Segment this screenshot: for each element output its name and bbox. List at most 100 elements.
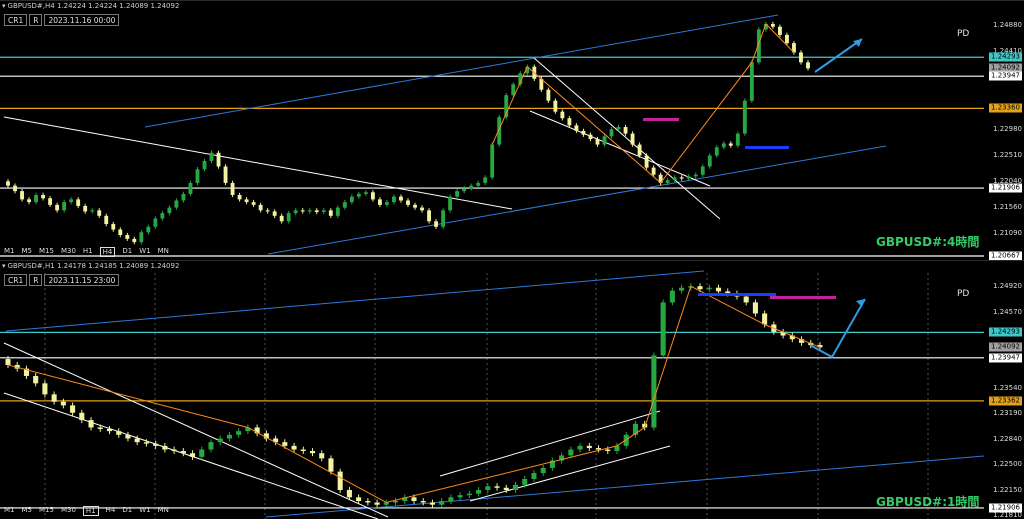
h4-datetime-box: CR1 R 2023.11.16 00:00 — [4, 14, 120, 26]
candle-body — [644, 155, 649, 168]
price-tick: 1.21560 — [993, 203, 1022, 212]
candle-body — [143, 442, 149, 444]
candle-body — [588, 134, 593, 140]
candle-body — [5, 359, 11, 365]
candle-body — [300, 449, 306, 452]
candle-body — [476, 182, 481, 186]
timeframe-d1[interactable]: D1 — [122, 247, 132, 257]
timeframe-m5[interactable]: M5 — [22, 247, 33, 257]
candle-body — [90, 210, 95, 212]
candle-body — [762, 313, 768, 325]
candle-body — [188, 182, 193, 194]
candle-body — [540, 467, 546, 474]
h1-chart-canvas[interactable] — [0, 261, 1024, 519]
dropdown-icon[interactable]: ▾ — [2, 2, 6, 10]
timeframe-h1[interactable]: H1 — [82, 506, 99, 516]
candle-body — [321, 210, 326, 212]
candle-body — [291, 445, 297, 450]
candle-body — [236, 431, 242, 435]
candle-body — [174, 200, 179, 208]
price-tag-white: 1.23947 — [989, 353, 1022, 363]
candle-body — [743, 296, 749, 303]
timeframe-h4[interactable]: H4 — [106, 506, 116, 516]
candle-body — [399, 196, 403, 201]
timeframe-mn[interactable]: MN — [158, 506, 169, 516]
candle-body — [660, 302, 666, 356]
timeframe-m1[interactable]: M1 — [4, 506, 15, 516]
candle-body — [630, 133, 635, 145]
rising-channel-bottom — [267, 145, 887, 255]
zigzag-line — [491, 23, 795, 184]
timeframe-m1[interactable]: M1 — [4, 247, 15, 257]
candle-body — [125, 434, 131, 439]
candle-body — [111, 224, 116, 230]
h1-cr-label[interactable]: CR1 — [4, 274, 28, 286]
candle-body — [272, 211, 277, 216]
timeframe-mn[interactable]: MN — [158, 247, 169, 257]
h4-cr-label[interactable]: CR1 — [4, 14, 28, 26]
candle-body — [651, 355, 657, 428]
h1-r-label[interactable]: R — [29, 274, 43, 286]
candle-body — [512, 484, 519, 490]
candle-body — [577, 445, 583, 450]
price-tick: 1.24880 — [993, 21, 1022, 30]
dropdown-icon[interactable]: ▾ — [2, 262, 6, 270]
timeframe-m30[interactable]: M30 — [61, 506, 76, 516]
candle-body — [665, 180, 670, 183]
candle-body — [69, 199, 74, 203]
candle-body — [679, 177, 684, 179]
h4-price-axis: 1.248801.244101.233601.229801.225101.220… — [986, 1, 1024, 261]
timeframe-h1[interactable]: H1 — [83, 247, 93, 257]
h1-timeframe-bar: M1 M5 M15 M30 H1 H4 D1 W1 MN — [4, 506, 169, 516]
timeframe-m5[interactable]: M5 — [22, 506, 33, 516]
price-tick: 1.22510 — [993, 150, 1022, 159]
candle-body — [153, 443, 159, 446]
timeframe-m30[interactable]: M30 — [61, 247, 76, 257]
h4-r-label[interactable]: R — [29, 14, 43, 26]
candle-body — [346, 489, 352, 498]
candle-body — [132, 238, 137, 243]
falling-channel-upper — [3, 342, 389, 518]
candle-body — [13, 185, 17, 192]
h1-pd-label: PD — [957, 289, 970, 299]
timeframe-d1[interactable]: D1 — [122, 506, 132, 516]
timeframe-m15[interactable]: M15 — [39, 247, 54, 257]
timeframe-h4[interactable]: H4 — [99, 247, 116, 257]
h1-header-text: GBPUSD#,H1 1.24178 1.24185 1.24089 1.240… — [7, 262, 180, 270]
candle-body — [106, 428, 113, 432]
zigzag-line — [7, 285, 821, 504]
chart-panel-h4[interactable]: ▾ GBPUSD#,H4 1.24224 1.24224 1.24089 1.24… — [0, 0, 1024, 261]
candle-body — [356, 193, 361, 197]
candle-body — [669, 290, 675, 303]
h4-chart-canvas[interactable] — [0, 1, 1024, 260]
candle-body — [153, 218, 158, 227]
support-marker — [698, 293, 776, 296]
candle-body — [616, 127, 621, 130]
candle-body — [217, 438, 223, 443]
price-tag-white: 1.23947 — [989, 71, 1022, 81]
candle-body — [434, 221, 438, 227]
candle-body — [411, 497, 417, 502]
candle-body — [223, 166, 228, 183]
timeframe-m15[interactable]: M15 — [39, 506, 54, 516]
candle-body — [307, 210, 312, 212]
candle-body — [328, 210, 333, 216]
h4-timeframe-bar: M1 M5 M15 M30 H1 H4 D1 W1 MN — [4, 247, 169, 257]
chart-panel-h1[interactable]: ▾ GBPUSD#,H1 1.24178 1.24185 1.24089 1.24… — [0, 260, 1024, 519]
candle-body — [476, 489, 482, 494]
candle-body — [546, 89, 551, 101]
candle-body — [448, 497, 454, 502]
candle-body — [60, 401, 66, 406]
candle-body — [208, 442, 214, 450]
h1-header: ▾ GBPUSD#,H1 1.24178 1.24185 1.24089 1.24… — [2, 262, 179, 270]
candle-body — [190, 453, 196, 457]
resistance-marker — [770, 296, 836, 299]
timeframe-w1[interactable]: W1 — [139, 247, 150, 257]
candle-body — [230, 182, 235, 195]
candle-body — [293, 210, 298, 214]
timeframe-w1[interactable]: W1 — [139, 506, 150, 516]
candle-body — [237, 194, 242, 200]
candle-body — [33, 375, 39, 384]
candle-body — [693, 174, 698, 177]
candle-body — [160, 213, 165, 219]
